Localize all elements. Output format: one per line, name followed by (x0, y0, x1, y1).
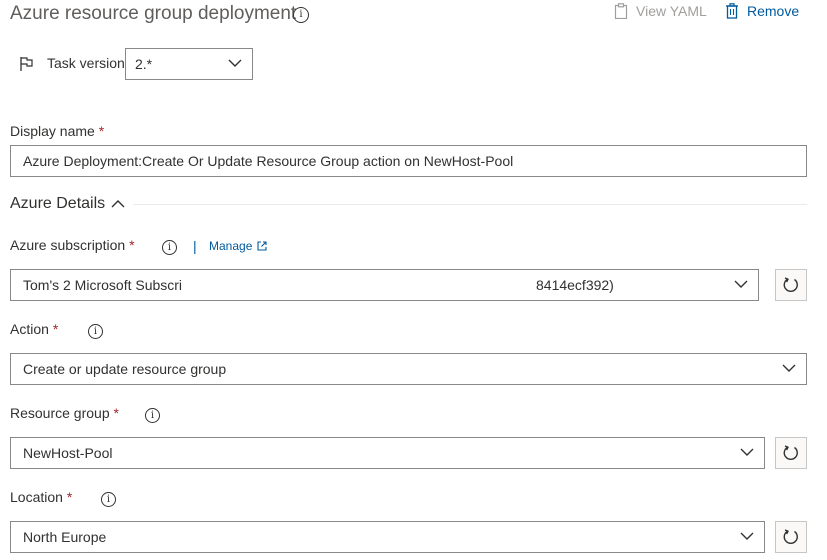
resource-group-select[interactable]: NewHost-Pool (10, 437, 765, 469)
section-divider (133, 204, 807, 205)
resource-group-value: NewHost-Pool (23, 445, 113, 461)
location-label-text: Location (10, 489, 63, 505)
refresh-subscription-button[interactable] (775, 269, 807, 301)
chevron-down-icon (734, 280, 748, 288)
info-icon[interactable]: i (145, 408, 160, 423)
chevron-down-icon (228, 59, 242, 67)
info-icon[interactable]: i (293, 7, 309, 23)
info-icon[interactable]: i (162, 240, 177, 255)
info-icon[interactable]: i (101, 492, 116, 507)
location-value: North Europe (23, 529, 107, 545)
manage-label: Manage (209, 239, 253, 253)
resource-group-label: Resource group * (10, 405, 119, 421)
display-name-label-text: Display name (10, 123, 95, 139)
azure-details-section-toggle[interactable]: Azure Details (10, 195, 125, 213)
subscription-select[interactable]: Tom's 2 Microsoft Subscri 8414ecf392) (10, 269, 759, 301)
action-value: Create or update resource group (23, 361, 227, 377)
view-yaml-button[interactable]: View YAML (614, 3, 707, 19)
display-name-value: Azure Deployment:Create Or Update Resour… (23, 153, 514, 169)
refresh-location-button[interactable] (775, 521, 807, 553)
remove-label: Remove (747, 3, 800, 19)
required-marker: * (113, 405, 119, 421)
section-title: Azure Details (10, 195, 106, 212)
separator: | (193, 238, 197, 254)
task-version-value: 2.* (135, 56, 153, 72)
manage-link[interactable]: Manage (209, 239, 267, 253)
subscription-label: Azure subscription * (10, 237, 135, 253)
flag-icon (20, 57, 33, 71)
page-title: Azure resource group deployment (10, 3, 297, 24)
remove-button[interactable]: Remove (725, 3, 799, 19)
task-version-select[interactable]: 2.* (125, 48, 253, 80)
required-marker: * (98, 123, 105, 139)
external-link-icon (257, 241, 267, 251)
view-yaml-label: View YAML (636, 3, 707, 19)
required-marker: * (52, 321, 59, 337)
clipboard-icon (614, 3, 628, 19)
trash-icon (726, 3, 738, 19)
chevron-down-icon (782, 364, 796, 372)
subscription-label-text: Azure subscription (10, 237, 126, 253)
refresh-resource-group-button[interactable] (775, 437, 807, 469)
resource-group-label-text: Resource group (10, 405, 110, 421)
required-marker: * (66, 489, 73, 505)
task-version-label: Task version (47, 55, 125, 71)
info-icon[interactable]: i (88, 324, 103, 339)
location-label: Location * (10, 489, 72, 505)
refresh-icon (783, 529, 798, 545)
refresh-icon (783, 277, 798, 293)
chevron-down-icon (740, 448, 754, 456)
chevron-down-icon (740, 532, 754, 540)
action-label: Action * (10, 321, 58, 337)
action-select[interactable]: Create or update resource group (10, 353, 807, 385)
subscription-value-left: Tom's 2 Microsoft Subscri (23, 277, 183, 293)
location-select[interactable]: North Europe (10, 521, 765, 553)
action-label-text: Action (10, 321, 49, 337)
display-name-label: Display name * (10, 123, 104, 139)
subscription-value-right: 8414ecf392) (536, 277, 614, 293)
refresh-icon (783, 445, 798, 461)
required-marker: * (129, 237, 135, 253)
display-name-field[interactable]: Azure Deployment:Create Or Update Resour… (10, 145, 807, 177)
chevron-up-icon (111, 200, 125, 208)
